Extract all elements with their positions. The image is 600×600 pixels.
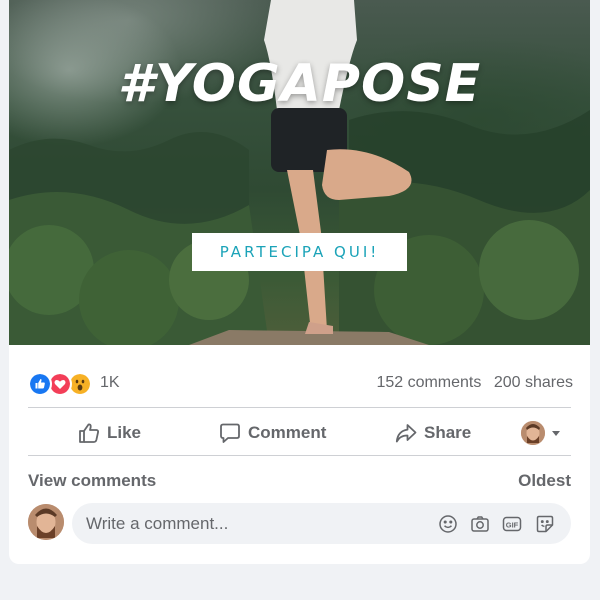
view-comments-link[interactable]: View comments <box>28 471 156 491</box>
profile-picture <box>28 504 64 540</box>
comment-bubble-icon <box>220 423 240 443</box>
divider <box>28 455 571 456</box>
thumbs-up-icon <box>79 423 99 443</box>
post-image[interactable]: #YOGAPOSE PARTECIPA QUI! <box>9 0 590 345</box>
share-label: Share <box>424 423 472 442</box>
reaction-count[interactable]: 1K <box>100 374 120 392</box>
comment-label: Comment <box>248 423 327 442</box>
chevron-down-icon <box>552 431 560 436</box>
share-count[interactable]: 200 shares <box>494 374 573 391</box>
share-arrow-icon <box>395 424 417 443</box>
comment-sort-selector[interactable]: Oldest <box>518 471 571 491</box>
reaction-summary: 1K 152 comments 200 shares <box>28 370 573 396</box>
participate-button[interactable]: PARTECIPA QUI! <box>192 233 407 271</box>
reaction-icons[interactable] <box>28 372 98 396</box>
svg-text:GIF: GIF <box>506 520 519 529</box>
hashtag-title: #YOGAPOSE <box>117 54 482 114</box>
sticker-icon[interactable] <box>535 514 555 534</box>
like-label: Like <box>107 423 142 442</box>
comment-composer: GIF <box>72 503 571 544</box>
comment-input[interactable] <box>86 503 416 544</box>
like-button[interactable]: Like <box>78 418 141 448</box>
commenter-avatar <box>28 504 64 540</box>
post-card: #YOGAPOSE PARTECIPA QUI! 1K 152 comments <box>9 0 590 564</box>
emoji-icon[interactable] <box>438 514 458 534</box>
react-as-selector[interactable] <box>521 420 565 446</box>
divider <box>28 407 571 408</box>
profile-picture <box>521 421 545 445</box>
landscape-illustration <box>9 0 590 345</box>
avatar <box>521 421 545 445</box>
engagement-counts: 152 comments 200 shares <box>376 374 573 392</box>
gif-icon[interactable]: GIF <box>502 514 522 534</box>
comment-button[interactable]: Comment <box>219 418 326 448</box>
comment-count[interactable]: 152 comments <box>376 374 481 391</box>
camera-icon[interactable] <box>470 514 490 534</box>
like-reaction-icon <box>28 372 52 396</box>
share-button[interactable]: Share <box>395 418 471 448</box>
